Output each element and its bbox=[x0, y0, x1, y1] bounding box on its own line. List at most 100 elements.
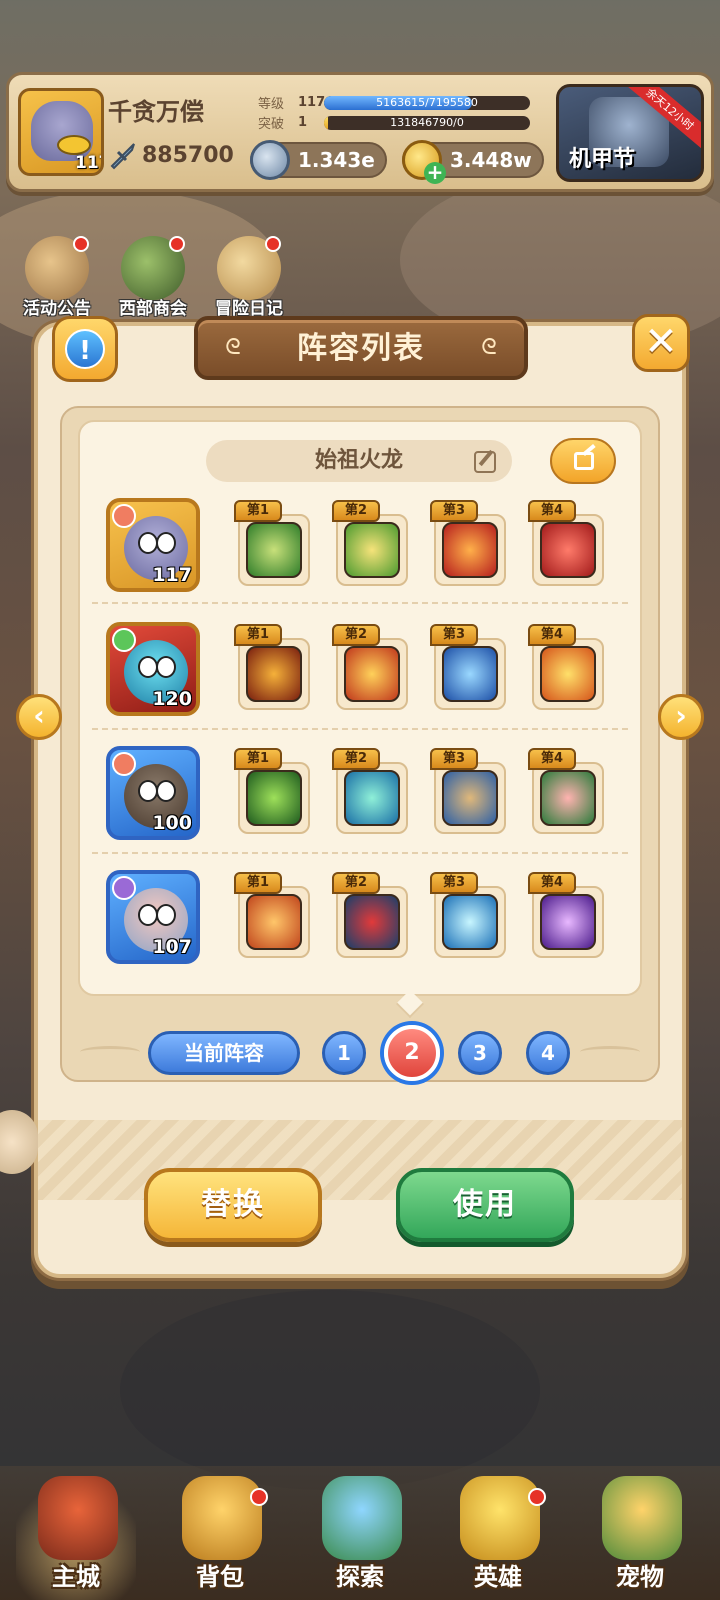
row-divider bbox=[92, 728, 628, 730]
water-spirit-icon bbox=[442, 646, 498, 702]
skill-slot[interactable]: 第4 bbox=[528, 748, 608, 836]
skill-slot[interactable]: 第2 bbox=[332, 624, 412, 712]
tab-heroes[interactable]: 英雄 bbox=[438, 1476, 558, 1600]
side-float-button[interactable] bbox=[0, 1110, 38, 1174]
skill-tag: 第3 bbox=[430, 748, 478, 770]
campfire-icon bbox=[344, 646, 400, 702]
previous-arrow-button[interactable]: ‹ bbox=[16, 694, 62, 740]
tab-label: 背包 bbox=[196, 1563, 244, 1591]
treant-icon bbox=[442, 770, 498, 826]
skill-slot[interactable]: 第1 bbox=[234, 624, 314, 712]
adventure-diary-button[interactable]: 冒险日记 bbox=[208, 236, 290, 319]
fire-dragon-icon bbox=[540, 646, 596, 702]
hero-level: 120 bbox=[152, 688, 192, 710]
info-icon: ! bbox=[65, 329, 105, 369]
player-level: 117 bbox=[75, 153, 101, 173]
west-chamber-button[interactable]: 西部商会 bbox=[112, 236, 194, 319]
team-name: 始祖火龙 bbox=[206, 440, 512, 482]
skill-slot[interactable]: 第1 bbox=[234, 500, 314, 588]
element-icon bbox=[112, 628, 136, 652]
skill-slot[interactable]: 第4 bbox=[528, 500, 608, 588]
hero-level: 117 bbox=[152, 564, 192, 586]
player-avatar[interactable]: 117 bbox=[18, 88, 104, 176]
skill-slot[interactable]: 第1 bbox=[234, 748, 314, 836]
break-bar: 131846790/0 bbox=[324, 115, 530, 130]
break-row: 突破 1 131846790/0 bbox=[258, 113, 530, 132]
share-button[interactable] bbox=[550, 438, 616, 484]
tab-pets[interactable]: 宠物 bbox=[580, 1476, 700, 1600]
event-label: 机甲节 bbox=[569, 147, 636, 172]
lineup-row: 107 第1 第2 第3 第4 bbox=[98, 866, 622, 976]
exp-text: 5163615/7195580 bbox=[376, 95, 478, 109]
silver-amount: 1.343e bbox=[298, 148, 375, 172]
hero-portrait[interactable]: 107 bbox=[106, 870, 200, 964]
silver-currency[interactable]: 1.343e bbox=[250, 140, 387, 180]
skill-tag: 第1 bbox=[234, 872, 282, 894]
skill-tag: 第4 bbox=[528, 500, 576, 522]
skill-tag: 第3 bbox=[430, 872, 478, 894]
skill-slot[interactable]: 第2 bbox=[332, 500, 412, 588]
hero-portrait[interactable]: 117 bbox=[106, 498, 200, 592]
replace-button[interactable]: 替换 bbox=[144, 1168, 322, 1242]
gold-amount: 3.448w bbox=[450, 148, 532, 172]
lineup-tab-1[interactable]: 1 bbox=[322, 1031, 366, 1075]
skill-tag: 第3 bbox=[430, 624, 478, 646]
silver-coin-icon bbox=[250, 140, 290, 180]
lineup-row: 117 第1 第2 第3 第4 bbox=[98, 494, 622, 604]
lineup-tab-4[interactable]: 4 bbox=[526, 1031, 570, 1075]
leaf-orb-icon bbox=[344, 770, 400, 826]
element-icon bbox=[112, 752, 136, 776]
skill-slot[interactable]: 第4 bbox=[528, 624, 608, 712]
edit-icon[interactable] bbox=[474, 451, 496, 473]
panel-title-plate: ᘓ 阵容列表 ᘓ bbox=[194, 316, 528, 380]
notification-dot bbox=[528, 1488, 546, 1506]
current-lineup-label: 当前阵容 bbox=[148, 1031, 300, 1075]
hero-eyes bbox=[138, 780, 176, 802]
diary-icon bbox=[217, 236, 281, 300]
skill-tag: 第2 bbox=[332, 748, 380, 770]
dragon-eye-icon bbox=[246, 646, 302, 702]
activity-notice-button[interactable]: 活动公告 bbox=[16, 236, 98, 319]
star-shield-icon bbox=[344, 522, 400, 578]
tab-backpack[interactable]: 背包 bbox=[160, 1476, 280, 1600]
tab-explore[interactable]: 探索 bbox=[300, 1476, 420, 1600]
level-row: 等级 117 5163615/7195580 bbox=[258, 93, 530, 112]
element-icon bbox=[112, 504, 136, 528]
notification-dot bbox=[250, 1488, 268, 1506]
add-gold-icon[interactable]: + bbox=[424, 162, 446, 184]
player-name: 千贪万偿 bbox=[108, 98, 204, 126]
info-button[interactable]: ! bbox=[52, 316, 118, 382]
flower-icon bbox=[540, 770, 596, 826]
skill-slot[interactable]: 第1 bbox=[234, 872, 314, 960]
skill-slot[interactable]: 第3 bbox=[430, 500, 510, 588]
hero-portrait[interactable]: 100 bbox=[106, 746, 200, 840]
notification-dot bbox=[265, 236, 281, 252]
gold-currency[interactable]: 3.448w + bbox=[402, 140, 544, 184]
sword-icon bbox=[110, 143, 135, 170]
skill-slot[interactable]: 第3 bbox=[430, 748, 510, 836]
skill-slot[interactable]: 第4 bbox=[528, 872, 608, 960]
lineup-tab-2[interactable]: 2 bbox=[384, 1025, 440, 1081]
lineup-tab-3[interactable]: 3 bbox=[458, 1031, 502, 1075]
skill-slot[interactable]: 第2 bbox=[332, 872, 412, 960]
skill-tag: 第3 bbox=[430, 500, 478, 522]
use-button[interactable]: 使用 bbox=[396, 1168, 574, 1242]
pet-egg-icon bbox=[602, 1476, 682, 1560]
tab-main-city[interactable]: 主城 bbox=[16, 1476, 136, 1600]
skill-tag: 第1 bbox=[234, 748, 282, 770]
mecha-festival-button[interactable]: 余天12小时 机甲节 bbox=[556, 84, 704, 182]
ice-trident-icon bbox=[442, 894, 498, 950]
skill-slot[interactable]: 第3 bbox=[430, 872, 510, 960]
lineup-row: 120 第1 第2 第3 第4 bbox=[98, 618, 622, 728]
close-button[interactable]: ✕ bbox=[632, 314, 690, 372]
break-label: 突破 bbox=[258, 117, 285, 132]
map-icon bbox=[322, 1476, 402, 1560]
skill-slot[interactable]: 第3 bbox=[430, 624, 510, 712]
next-arrow-button[interactable]: › bbox=[658, 694, 704, 740]
hero-portrait[interactable]: 120 bbox=[106, 622, 200, 716]
combat-power: 885700 bbox=[108, 140, 234, 170]
skill-tag: 第1 bbox=[234, 500, 282, 522]
tab-label: 英雄 bbox=[474, 1563, 522, 1591]
element-icon bbox=[112, 876, 136, 900]
skill-slot[interactable]: 第2 bbox=[332, 748, 412, 836]
